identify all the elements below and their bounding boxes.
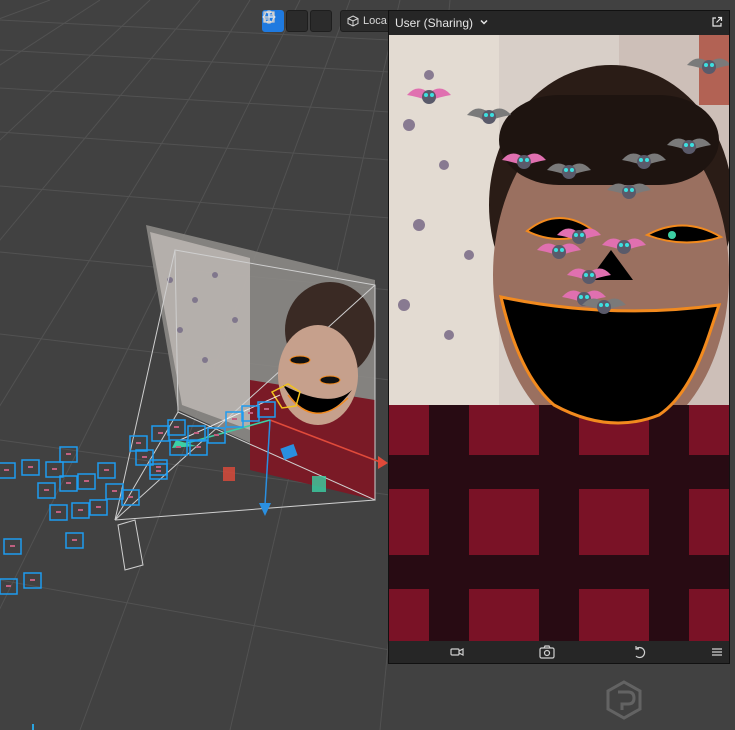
rotate-tool-button[interactable] [264,10,308,32]
reset-button[interactable] [631,645,647,659]
bat-sprite-thumbnail [156,466,161,468]
bat-sprite-thumbnail [28,466,33,468]
bat-sprite-thumbnail [4,469,9,471]
bat-sprite-thumbnail [56,511,61,513]
bat-sprite-thumbnail [78,509,83,511]
gizmo-toolbar [262,10,332,32]
preview-footer [389,641,729,663]
origin-marker [32,724,34,730]
bat-sprite-thumbnail [158,432,163,434]
external-link-icon[interactable] [711,16,723,31]
preview-panel: User (Sharing) [388,10,730,664]
menu-button[interactable] [709,645,725,659]
video-camera-icon [450,648,464,656]
coordinate-space-label: Loca [363,15,387,27]
bat-sprite-thumbnail [142,456,147,458]
bat-sprite-thumbnail [84,480,89,482]
switch-camera-button[interactable] [539,645,555,659]
cube-icon [347,15,359,27]
bat-sprite-thumbnail [96,506,101,508]
scale-tool-button[interactable] [263,10,332,32]
bat-sprite-thumbnail [156,470,161,472]
bat-sprite-thumbnail [174,426,179,428]
rotate-left-icon [635,646,646,659]
bat-sprite-thumbnail [66,453,71,455]
coordinate-space-toggle[interactable]: Loca [340,10,392,32]
preview-user-select[interactable]: User (Sharing) [395,16,473,30]
bat-sprite-thumbnail [104,469,109,471]
bat-sprite-thumbnail [6,585,11,587]
bat-sprite-thumbnail [214,434,219,436]
bat-sprite-thumbnail [176,446,181,448]
bat-sprite-thumbnail [112,490,117,492]
bat-sprite-thumbnail [66,482,71,484]
bat-sprite-thumbnail [264,408,269,410]
bat-sprite-thumbnail [232,418,237,420]
hamburger-menu-icon [712,648,722,656]
bat-sprite-thumbnail [136,442,141,444]
bat-sprite-thumbnail [10,545,15,547]
bat-sprite-thumbnail [194,432,199,434]
bat-sprite-thumbnail [196,446,201,448]
video-camera-button[interactable] [449,645,465,659]
scene-objects [0,225,388,595]
scale-icon [263,11,275,23]
lens-preview-canvas[interactable] [389,35,729,641]
watermark-logo [606,680,642,720]
bat-sprite-thumbnail [30,579,35,581]
bat-sprite-thumbnail [128,496,133,498]
switch-camera-icon [539,645,555,659]
chevron-down-icon[interactable] [479,16,489,30]
bat-sprite-thumbnail [44,489,49,491]
camera-feed-image [389,35,729,641]
preview-header: User (Sharing) [389,11,729,35]
bat-sprite-thumbnail [72,539,77,541]
bat-sprite-thumbnail [248,412,253,414]
bat-sprite-thumbnail [52,468,57,470]
